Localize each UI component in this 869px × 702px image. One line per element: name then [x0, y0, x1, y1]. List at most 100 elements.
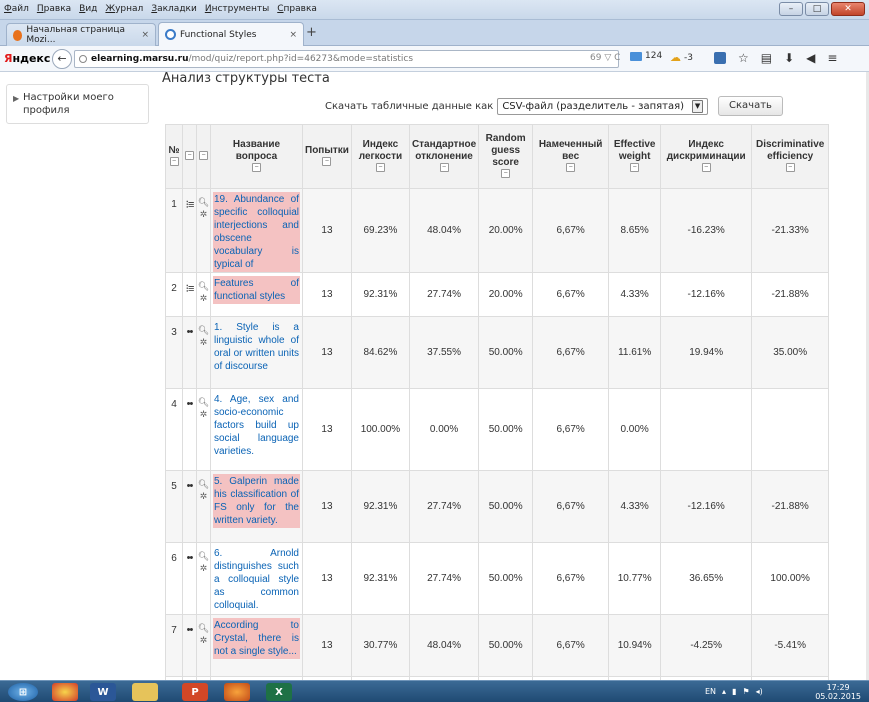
- flag-icon[interactable]: ⚑: [742, 687, 749, 696]
- site-info-icon[interactable]: [79, 55, 87, 63]
- edit-gear-icon[interactable]: ✲: [200, 636, 208, 645]
- table-row: 3 •• 🔍︎ ✲ 1. Style is a linguistic whole of …: [165, 316, 830, 389]
- language-indicator[interactable]: EN: [705, 687, 716, 696]
- cell-efficiency: 35.00%: [751, 316, 830, 389]
- cell-actions: 🔍︎ ✲: [196, 470, 211, 543]
- collapse-icon[interactable]: −: [701, 163, 711, 173]
- tab-close-icon[interactable]: ×: [141, 30, 149, 40]
- question-link[interactable]: Features of functional styles: [213, 276, 300, 304]
- start-button[interactable]: ⊞: [8, 683, 38, 701]
- question-link[interactable]: According to Crystal, there is not a sin…: [213, 618, 300, 659]
- firefox-taskbar-icon[interactable]: [224, 683, 250, 701]
- col-header-random: Random guess score −: [478, 124, 534, 189]
- preview-icon[interactable]: 🔍︎: [198, 282, 209, 291]
- collapse-icon[interactable]: −: [252, 163, 261, 173]
- question-link[interactable]: 19. Abundance of specific colloquial int…: [213, 192, 300, 272]
- menu-edit[interactable]: Правка: [37, 4, 71, 14]
- question-type-icon: ••: [182, 388, 197, 471]
- url-bar-controls[interactable]: 69 ▽ C: [590, 53, 620, 63]
- sidebar-item-profile-settings[interactable]: ▶ Настройки моего профиля: [6, 84, 149, 124]
- minimize-button[interactable]: –: [779, 2, 803, 16]
- tab-start-page[interactable]: Начальная страница Mozi... ×: [6, 23, 156, 46]
- cell-actions: 🔍︎ ✲: [196, 542, 211, 615]
- question-link[interactable]: 6. Arnold distinguishes such a colloquia…: [213, 546, 300, 613]
- cell-sd: 37.55%: [408, 316, 480, 389]
- downloads-icon[interactable]: ⬇: [784, 51, 794, 65]
- preview-icon[interactable]: 🔍︎: [198, 480, 209, 489]
- download-format-value: CSV-файл (разделитель - запятая): [502, 100, 685, 112]
- collapse-icon[interactable]: −: [199, 151, 208, 161]
- collapse-icon[interactable]: −: [322, 157, 332, 167]
- weather-widget[interactable]: ☁ -3: [670, 51, 693, 64]
- bookmark-star-icon[interactable]: ☆: [738, 51, 749, 65]
- chrome-taskbar-icon[interactable]: [52, 683, 78, 701]
- header-label: Попытки: [305, 144, 349, 156]
- edit-gear-icon[interactable]: ✲: [200, 338, 208, 347]
- edit-gear-icon[interactable]: ✲: [200, 410, 208, 419]
- cell-effective: 10.94%: [608, 614, 662, 677]
- preview-icon[interactable]: 🔍︎: [198, 398, 209, 407]
- url-bar[interactable]: elearning.marsu.ru/mod/quiz/report.php?i…: [74, 50, 619, 68]
- menu-icon[interactable]: ≡: [827, 51, 837, 65]
- cell-actions: 🔍︎ ✲: [196, 188, 211, 273]
- mail-icon: [630, 51, 642, 61]
- powerpoint-taskbar-icon[interactable]: P: [182, 683, 208, 701]
- question-type-icon: ••: [182, 470, 197, 543]
- menu-help[interactable]: Справка: [277, 4, 317, 14]
- preview-icon[interactable]: 🔍︎: [198, 326, 209, 335]
- edit-gear-icon[interactable]: ✲: [200, 210, 208, 219]
- preview-icon[interactable]: 🔍︎: [198, 624, 209, 633]
- extension-icon[interactable]: [714, 52, 726, 64]
- word-taskbar-icon[interactable]: W: [90, 683, 116, 701]
- collapse-icon[interactable]: −: [375, 163, 385, 173]
- tray-arrow-icon[interactable]: ▴: [722, 687, 726, 696]
- collapse-icon[interactable]: −: [566, 163, 576, 173]
- edit-gear-icon[interactable]: ✲: [200, 492, 208, 501]
- folder-taskbar-icon[interactable]: [132, 683, 158, 701]
- download-format-select[interactable]: CSV-файл (разделитель - запятая) ▼: [497, 97, 709, 115]
- question-link[interactable]: 5. Galperin made his classification of F…: [213, 474, 300, 528]
- tab-functional-styles[interactable]: Functional Styles ×: [158, 22, 304, 46]
- menu-file[interactable]: Файл: [4, 4, 29, 14]
- edit-gear-icon[interactable]: ✲: [200, 564, 208, 573]
- new-tab-button[interactable]: +: [306, 25, 317, 40]
- collapse-icon[interactable]: −: [501, 169, 511, 179]
- menu-tools[interactable]: Инструменты: [205, 4, 269, 14]
- tab-close-icon[interactable]: ×: [289, 30, 297, 40]
- menu-view[interactable]: Вид: [79, 4, 97, 14]
- send-icon[interactable]: ◀: [806, 51, 815, 65]
- volume-icon[interactable]: ◂): [756, 687, 763, 696]
- clock[interactable]: 17:29 05.02.2015: [815, 683, 861, 701]
- cell-discrimination: 19.94%: [660, 316, 753, 389]
- excel-taskbar-icon[interactable]: X: [266, 683, 292, 701]
- cell-attempts: 13: [302, 272, 352, 317]
- menu-bookmarks[interactable]: Закладки: [151, 4, 197, 14]
- question-type-icon: ⁝≡: [182, 272, 197, 317]
- collapse-icon[interactable]: −: [630, 163, 640, 173]
- download-button[interactable]: Скачать: [718, 96, 783, 116]
- edit-gear-icon[interactable]: ✲: [200, 294, 208, 303]
- network-icon[interactable]: ▮: [732, 687, 736, 696]
- sidebar-item-label: Настройки моего профиля: [23, 92, 114, 116]
- collapse-icon[interactable]: −: [169, 157, 179, 167]
- collapse-icon[interactable]: −: [439, 163, 449, 173]
- col-header-discrimination: Индекс дискриминации −: [660, 124, 753, 189]
- question-link[interactable]: 1. Style is a linguistic whole of oral o…: [213, 320, 300, 374]
- firefox-icon: [13, 29, 23, 41]
- back-button[interactable]: ←: [52, 49, 72, 69]
- question-link[interactable]: 4. Age, sex and socio-economic factors b…: [213, 392, 300, 459]
- collapse-icon[interactable]: −: [785, 163, 795, 173]
- cell-sd: 27.74%: [408, 542, 480, 615]
- collapse-icon[interactable]: −: [185, 151, 194, 161]
- mail-widget[interactable]: 124: [630, 51, 662, 61]
- col-header-efficiency: Discriminative efficiency −: [751, 124, 830, 189]
- reading-list-icon[interactable]: ▤: [761, 51, 772, 65]
- maximize-button[interactable]: □: [805, 2, 829, 16]
- preview-icon[interactable]: 🔍︎: [198, 552, 209, 561]
- yandex-logo[interactable]: Яндекс: [4, 52, 50, 65]
- close-window-button[interactable]: ✕: [831, 2, 865, 16]
- menu-history[interactable]: Журнал: [105, 4, 143, 14]
- cell-efficiency: 100.00%: [751, 542, 830, 615]
- header-label: Индекс дискриминации: [666, 138, 746, 162]
- preview-icon[interactable]: 🔍︎: [198, 198, 209, 207]
